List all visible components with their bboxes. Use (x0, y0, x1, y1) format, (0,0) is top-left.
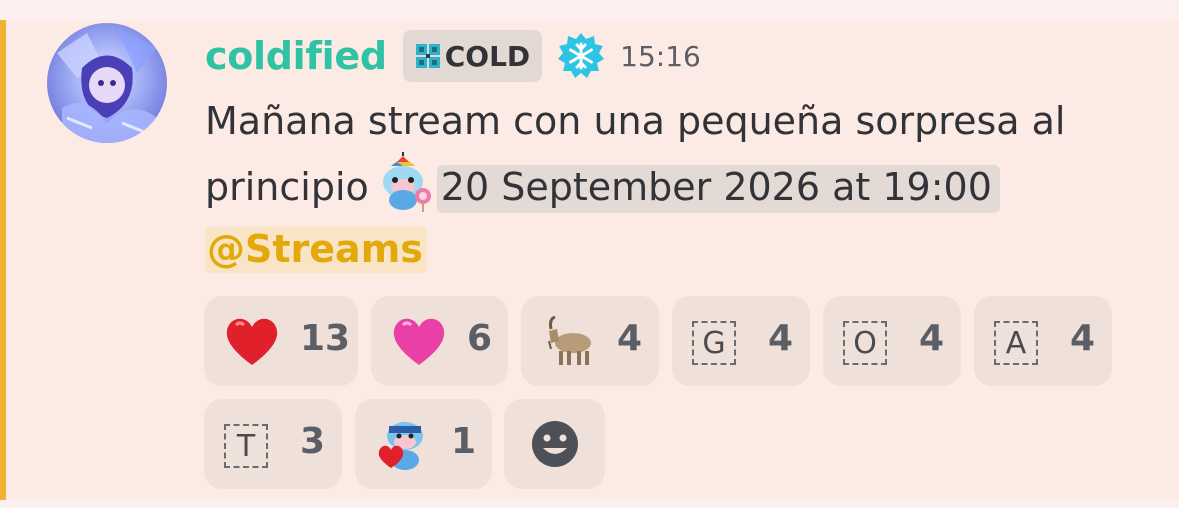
next-message-edge (0, 500, 1179, 508)
reaction-letter-t[interactable]: T 3 (204, 399, 342, 489)
reaction-letter-o[interactable]: O 4 (823, 296, 961, 386)
letter-a-icon: A (994, 321, 1038, 365)
reaction-count: 4 (1070, 318, 1096, 359)
snowflake-icon[interactable] (556, 31, 606, 81)
message-content: Mañana stream con una pequeña sorpresa a… (205, 90, 1155, 280)
reaction-heart-mascot[interactable]: 1 (355, 399, 492, 489)
mention-highlight-bar (0, 20, 6, 500)
avatar[interactable] (47, 23, 167, 143)
reaction-count: 1 (451, 421, 477, 462)
reaction-goat[interactable]: 4 (521, 296, 659, 386)
heart-mascot-icon (378, 422, 423, 470)
message-header: coldified COLD 15:16 (205, 26, 701, 86)
reaction-letter-g[interactable]: G 4 (672, 296, 810, 386)
server-tag[interactable]: COLD (402, 30, 543, 82)
add-reaction-button[interactable] (504, 399, 605, 489)
message-text-line: Mañana stream con una pequeña sorpresa a… (205, 99, 1066, 143)
clover-tag-icon (415, 44, 440, 68)
reaction-count: 4 (919, 318, 945, 359)
reaction-red-heart[interactable]: 13 (204, 296, 358, 386)
message-timestamp[interactable]: 15:16 (620, 40, 701, 73)
role-mention[interactable]: @Streams (205, 227, 427, 273)
username[interactable]: coldified (205, 34, 387, 78)
reaction-count: 13 (300, 318, 351, 359)
letter-o-icon: O (843, 321, 887, 365)
reaction-pink-heart[interactable]: 6 (371, 296, 508, 386)
add-reaction-smile-icon (532, 421, 578, 467)
candy-mascot-emoji[interactable] (373, 152, 433, 212)
reaction-count: 4 (617, 318, 643, 359)
reaction-letter-a[interactable]: A 4 (974, 296, 1112, 386)
reaction-count: 4 (768, 318, 794, 359)
pink-heart-icon (393, 318, 445, 365)
goat-icon (548, 315, 591, 365)
red-heart-icon (226, 318, 278, 365)
message-text-word: principio (205, 165, 369, 209)
reaction-count: 3 (300, 421, 326, 462)
scheduled-timestamp[interactable]: 20 September 2026 at 19:00 (436, 165, 1000, 213)
letter-t-icon: T (224, 424, 268, 468)
server-tag-label: COLD (444, 39, 531, 73)
reaction-count: 6 (467, 318, 493, 359)
previous-message-edge (0, 0, 1179, 20)
chat-message[interactable]: coldified COLD 15:16 Mañana stream con u… (0, 20, 1179, 500)
letter-g-icon: G (692, 321, 736, 365)
